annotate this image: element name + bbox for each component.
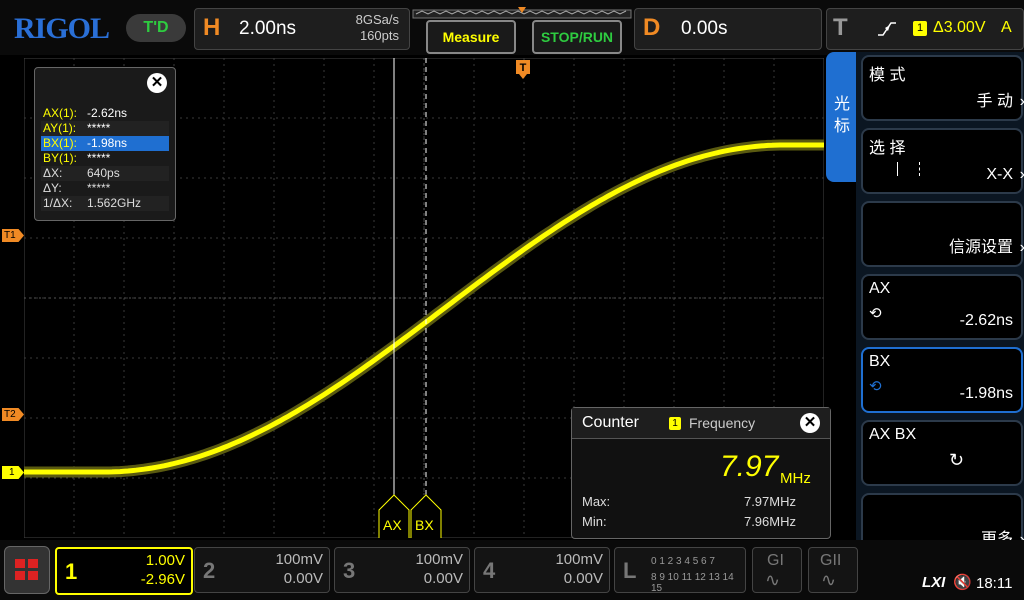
trigger-status-badge: T'D <box>126 14 186 42</box>
timebase-value: 2.00ns <box>239 18 297 39</box>
generator-1-button[interactable]: GI ∿ <box>752 547 802 593</box>
marker-t2[interactable]: T2 <box>2 408 24 421</box>
counter-min-value: 7.96MHz <box>743 514 796 529</box>
cursor-row-dy: ΔY: ***** <box>43 181 111 195</box>
counter-channel-badge: 1 <box>669 417 681 430</box>
clock-time: 18:11 <box>976 575 1013 592</box>
logic-bits-row1: 0 1 2 3 4 5 6 7 <box>651 556 715 567</box>
cursor-row-by: BY(1): ***** <box>43 151 111 165</box>
sine-wave-icon: ∿ <box>765 570 781 590</box>
delay-value: 0.00s <box>681 18 728 39</box>
channel-2-panel[interactable]: 2 100mV 0.00V <box>194 547 330 593</box>
svg-text:T: T <box>520 62 527 74</box>
knob-icon: ⟲ <box>869 378 882 395</box>
cursor-row-inv-dx: 1/ΔX: 1.562GHz <box>41 196 169 211</box>
rigol-logo: RIGOL <box>14 12 110 45</box>
cursor-ax-label[interactable]: AX <box>383 517 402 533</box>
delay-letter: D <box>643 14 661 41</box>
menu-item-mode[interactable]: 模 式 手 动 › <box>861 55 1024 121</box>
cursor-row-ay: AY(1): ***** <box>41 121 169 136</box>
marker-t1[interactable]: T1 <box>2 229 24 242</box>
counter-max-value: 7.97MHz <box>743 494 796 509</box>
generator-1-label: GI <box>767 552 784 569</box>
counter-title: Counter <box>582 414 639 431</box>
counter-close-icon[interactable]: ✕ <box>800 413 820 433</box>
trigger-letter: T <box>833 14 848 41</box>
sample-rate: 8GSa/s <box>355 12 399 27</box>
menu-item-ax[interactable]: AX ⟲ -2.62ns <box>861 274 1023 340</box>
trigger-panel[interactable]: T 1 Δ3.00V A <box>826 8 1024 50</box>
trigger-position-marker[interactable]: T <box>516 60 530 80</box>
menu-item-source[interactable]: 信源设置 › <box>861 201 1024 267</box>
knob-icon: ⟲ <box>869 305 882 322</box>
rotate-icon: ↻ <box>949 450 965 470</box>
trigger-source-badge: 1 <box>913 21 927 36</box>
cursor-dashed-icon <box>919 162 921 176</box>
counter-mode: Frequency <box>689 415 756 431</box>
generator-2-label: GII <box>820 552 842 569</box>
logic-panel[interactable]: L 0 1 2 3 4 5 6 7 8 9 10 11 12 13 14 15 <box>614 547 746 594</box>
channel-3-panel[interactable]: 3 100mV 0.00V <box>334 547 470 593</box>
chevron-right-icon: › <box>1020 239 1024 257</box>
speaker-muted-icon[interactable]: 🔇 <box>953 573 972 591</box>
lxi-logo: LXI <box>922 574 946 591</box>
horizontal-letter: H <box>203 14 221 41</box>
generator-2-button[interactable]: GII ∿ <box>808 547 858 593</box>
rising-edge-icon <box>878 22 896 36</box>
grid-menu-icon <box>15 559 38 580</box>
home-menu-button[interactable] <box>4 546 50 594</box>
counter-max-label: Max: <box>582 494 611 509</box>
menu-tab-cursor[interactable]: 光 标 <box>826 52 860 182</box>
menu-tab-label: 光 标 <box>834 96 851 135</box>
menu-item-bx[interactable]: BX ⟲ -1.98ns <box>861 347 1023 413</box>
cursor-row-dx: ΔX: 640ps <box>41 166 169 181</box>
cursor-row-bx: BX(1): -1.98ns <box>41 136 169 151</box>
trigger-coupling: A <box>1001 19 1012 36</box>
cursor-solid-icon <box>897 162 898 176</box>
sine-wave-icon: ∿ <box>821 570 837 590</box>
channel-1-panel[interactable]: 1 1.00V -2.96V <box>55 547 193 595</box>
memory-depth: 160pts <box>359 28 399 43</box>
chevron-right-icon: › <box>1020 93 1024 111</box>
horizontal-panel[interactable]: H 2.00ns 8GSa/s 160pts <box>194 8 410 50</box>
menu-item-select[interactable]: 选 择 X-X › <box>861 128 1024 194</box>
chevron-right-icon: › <box>1020 166 1024 184</box>
counter-min-label: Min: <box>582 514 607 529</box>
cursor-readout-panel[interactable]: ✕ AX(1): -2.62ns AY(1): ***** BX(1): -1.98n… <box>34 67 176 221</box>
counter-unit: MHz <box>780 470 811 487</box>
menu-item-ax-bx[interactable]: AX BX ↻ <box>861 420 1023 486</box>
counter-value: 7.97 <box>720 450 779 483</box>
trigger-level: Δ3.00V <box>933 19 986 36</box>
channel-4-panel[interactable]: 4 100mV 0.00V <box>474 547 610 593</box>
measure-button[interactable]: Measure <box>426 20 516 54</box>
logic-bits-row2: 8 9 10 11 12 13 14 15 <box>651 572 734 594</box>
counter-panel[interactable]: Counter 1 Frequency ✕ 7.97 MHz Max: 7.97… <box>571 407 831 539</box>
delay-panel[interactable]: D 0.00s <box>634 8 822 50</box>
stop-run-button[interactable]: STOP/RUN <box>532 20 622 54</box>
close-icon[interactable]: ✕ <box>147 73 167 93</box>
marker-ch1-ground[interactable]: 1 <box>2 466 24 479</box>
cursor-bx-label[interactable]: BX <box>415 517 434 533</box>
cursor-row-ax: AX(1): -2.62ns <box>43 106 128 120</box>
